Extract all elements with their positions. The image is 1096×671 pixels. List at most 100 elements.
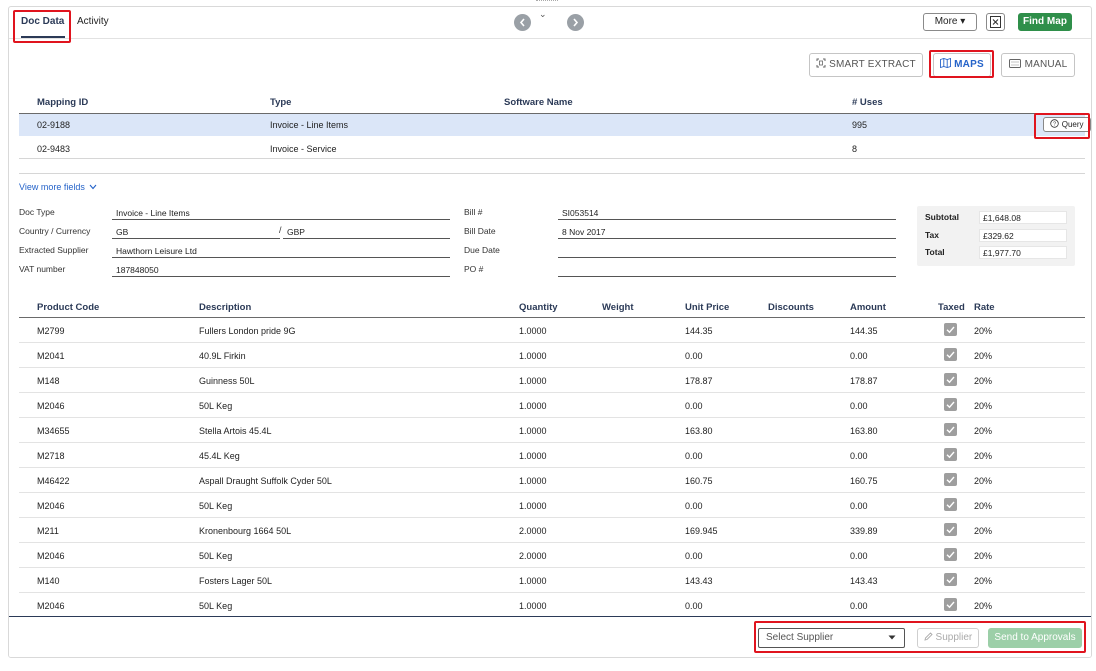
mapping-row[interactable]: 02-9483 Invoice - Service 8 bbox=[19, 137, 1085, 159]
select-supplier-dropdown[interactable]: Select Supplier bbox=[758, 628, 905, 648]
product-amount: 339.89 bbox=[850, 526, 878, 536]
taxed-checkbox[interactable] bbox=[944, 523, 957, 536]
product-rate: 20% bbox=[974, 601, 993, 611]
product-row[interactable]: M2046 50L Keg 1.0000 0.00 0.00 20% bbox=[19, 393, 1085, 418]
taxed-checkbox[interactable] bbox=[944, 373, 957, 386]
country-currency-label: Country / Currency bbox=[19, 226, 91, 236]
taxed-checkbox[interactable] bbox=[944, 498, 957, 511]
doc-type-field[interactable] bbox=[112, 207, 450, 220]
keyboard-icon bbox=[1008, 59, 1021, 68]
smart-extract-button[interactable]: SMART EXTRACT bbox=[809, 53, 923, 77]
po-number-field[interactable] bbox=[558, 264, 896, 277]
product-rate: 20% bbox=[974, 351, 993, 361]
checkmark-icon bbox=[946, 351, 955, 359]
product-unit-price: 0.00 bbox=[685, 401, 703, 411]
taxed-checkbox[interactable] bbox=[944, 473, 957, 486]
scan-icon bbox=[816, 58, 826, 68]
checkmark-icon bbox=[946, 426, 955, 434]
bill-number-field[interactable] bbox=[558, 207, 896, 220]
product-row[interactable]: M2718 45.4L Keg 1.0000 0.00 0.00 20% bbox=[19, 443, 1085, 468]
tax-field[interactable] bbox=[979, 229, 1067, 242]
product-description: Fullers London pride 9G bbox=[199, 326, 296, 336]
col-amount: Amount bbox=[850, 302, 886, 313]
extracted-supplier-field[interactable] bbox=[112, 245, 450, 258]
manual-label: MANUAL bbox=[1024, 59, 1068, 70]
product-row[interactable]: M2041 40.9L Firkin 1.0000 0.00 0.00 20% bbox=[19, 343, 1085, 368]
product-code: M211 bbox=[37, 526, 59, 536]
mapping-id: 02-9483 bbox=[37, 144, 71, 154]
prev-document-button[interactable] bbox=[514, 14, 531, 31]
taxed-checkbox[interactable] bbox=[944, 423, 957, 436]
tab-activity[interactable]: Activity bbox=[77, 16, 109, 27]
checkmark-icon bbox=[946, 501, 955, 509]
product-unit-price: 0.00 bbox=[685, 551, 703, 561]
subtotal-field[interactable] bbox=[979, 211, 1067, 224]
taxed-checkbox[interactable] bbox=[944, 573, 957, 586]
checkmark-icon bbox=[946, 451, 955, 459]
close-document-button[interactable] bbox=[986, 13, 1005, 31]
mapping-id: 02-9188 bbox=[37, 120, 71, 130]
product-unit-price: 169.945 bbox=[685, 526, 718, 536]
product-unit-price: 144.35 bbox=[685, 326, 713, 336]
maps-button[interactable]: MAPS bbox=[933, 53, 991, 77]
product-row[interactable]: M2046 50L Keg 2.0000 0.00 0.00 20% bbox=[19, 543, 1085, 568]
due-date-field[interactable] bbox=[558, 245, 896, 258]
currency-field[interactable] bbox=[283, 226, 450, 239]
product-row[interactable]: M46422 Aspall Draught Suffolk Cyder 50L 1.… bbox=[19, 468, 1085, 493]
product-code: M2046 bbox=[37, 601, 65, 611]
more-dropdown-button[interactable]: More ▾ bbox=[923, 13, 977, 31]
product-unit-price: 0.00 bbox=[685, 351, 703, 361]
col-rate: Rate bbox=[974, 302, 995, 313]
product-row[interactable]: M148 Guinness 50L 1.0000 178.87 178.87 20% bbox=[19, 368, 1085, 393]
chevron-right-icon bbox=[573, 18, 579, 27]
taxed-checkbox[interactable] bbox=[944, 348, 957, 361]
product-description: 50L Keg bbox=[199, 401, 233, 411]
product-row[interactable]: M2046 50L Keg 1.0000 0.00 0.00 20% bbox=[19, 593, 1085, 618]
edit-supplier-button[interactable]: Supplier bbox=[917, 628, 979, 648]
product-amount: 0.00 bbox=[850, 601, 868, 611]
product-description: Stella Artois 45.4L bbox=[199, 426, 272, 436]
maps-label: MAPS bbox=[954, 59, 984, 70]
product-code: M2799 bbox=[37, 326, 65, 336]
total-field[interactable] bbox=[979, 246, 1067, 259]
product-quantity: 1.0000 bbox=[519, 351, 547, 361]
product-description: 50L Keg bbox=[199, 551, 233, 561]
taxed-checkbox[interactable] bbox=[944, 548, 957, 561]
product-row[interactable]: M211 Kronenbourg 1664 50L 2.0000 169.945 339… bbox=[19, 518, 1085, 543]
query-label: Query bbox=[1061, 120, 1084, 129]
select-supplier-placeholder: Select Supplier bbox=[766, 632, 834, 643]
product-amount: 0.00 bbox=[850, 351, 868, 361]
product-row[interactable]: M34655 Stella Artois 45.4L 1.0000 163.80 163… bbox=[19, 418, 1085, 443]
product-code: M46422 bbox=[37, 476, 70, 486]
bill-date-field[interactable] bbox=[558, 226, 896, 239]
next-document-button[interactable] bbox=[567, 14, 584, 31]
vat-number-field[interactable] bbox=[112, 264, 450, 277]
taxed-checkbox[interactable] bbox=[944, 323, 957, 336]
mapping-row-selected[interactable]: 02-9188 Invoice - Line Items 995 ? Query bbox=[19, 114, 1091, 136]
close-box-icon bbox=[990, 16, 1001, 28]
col-mapping-id: Mapping ID bbox=[37, 97, 89, 108]
find-map-button[interactable]: Find Map bbox=[1018, 13, 1072, 31]
view-more-fields-link[interactable]: View more fields bbox=[19, 182, 97, 192]
product-row[interactable]: M140 Fosters Lager 50L 1.0000 143.43 143.43 2… bbox=[19, 568, 1085, 593]
col-software-name: Software Name bbox=[504, 97, 573, 108]
product-unit-price: 160.75 bbox=[685, 476, 713, 486]
product-rate: 20% bbox=[974, 426, 993, 436]
product-unit-price: 178.87 bbox=[685, 376, 713, 386]
product-row[interactable]: M2046 50L Keg 1.0000 0.00 0.00 20% bbox=[19, 493, 1085, 518]
taxed-checkbox[interactable] bbox=[944, 598, 957, 611]
product-unit-price: 163.80 bbox=[685, 426, 713, 436]
checkmark-icon bbox=[946, 526, 955, 534]
col-quantity: Quantity bbox=[519, 302, 558, 313]
product-description: Fosters Lager 50L bbox=[199, 576, 273, 586]
collapse-chevron-icon[interactable]: ⌄ bbox=[539, 9, 547, 20]
taxed-checkbox[interactable] bbox=[944, 398, 957, 411]
send-to-approvals-button[interactable]: Send to Approvals bbox=[988, 628, 1082, 648]
drag-grip[interactable] bbox=[536, 0, 558, 2]
taxed-checkbox[interactable] bbox=[944, 448, 957, 461]
manual-button[interactable]: MANUAL bbox=[1001, 53, 1075, 77]
country-field[interactable] bbox=[112, 226, 280, 239]
product-row[interactable]: M2799 Fullers London pride 9G 1.0000 144.35… bbox=[19, 318, 1085, 343]
tab-doc-data[interactable]: Doc Data bbox=[21, 16, 64, 27]
query-button[interactable]: ? Query bbox=[1043, 117, 1091, 132]
